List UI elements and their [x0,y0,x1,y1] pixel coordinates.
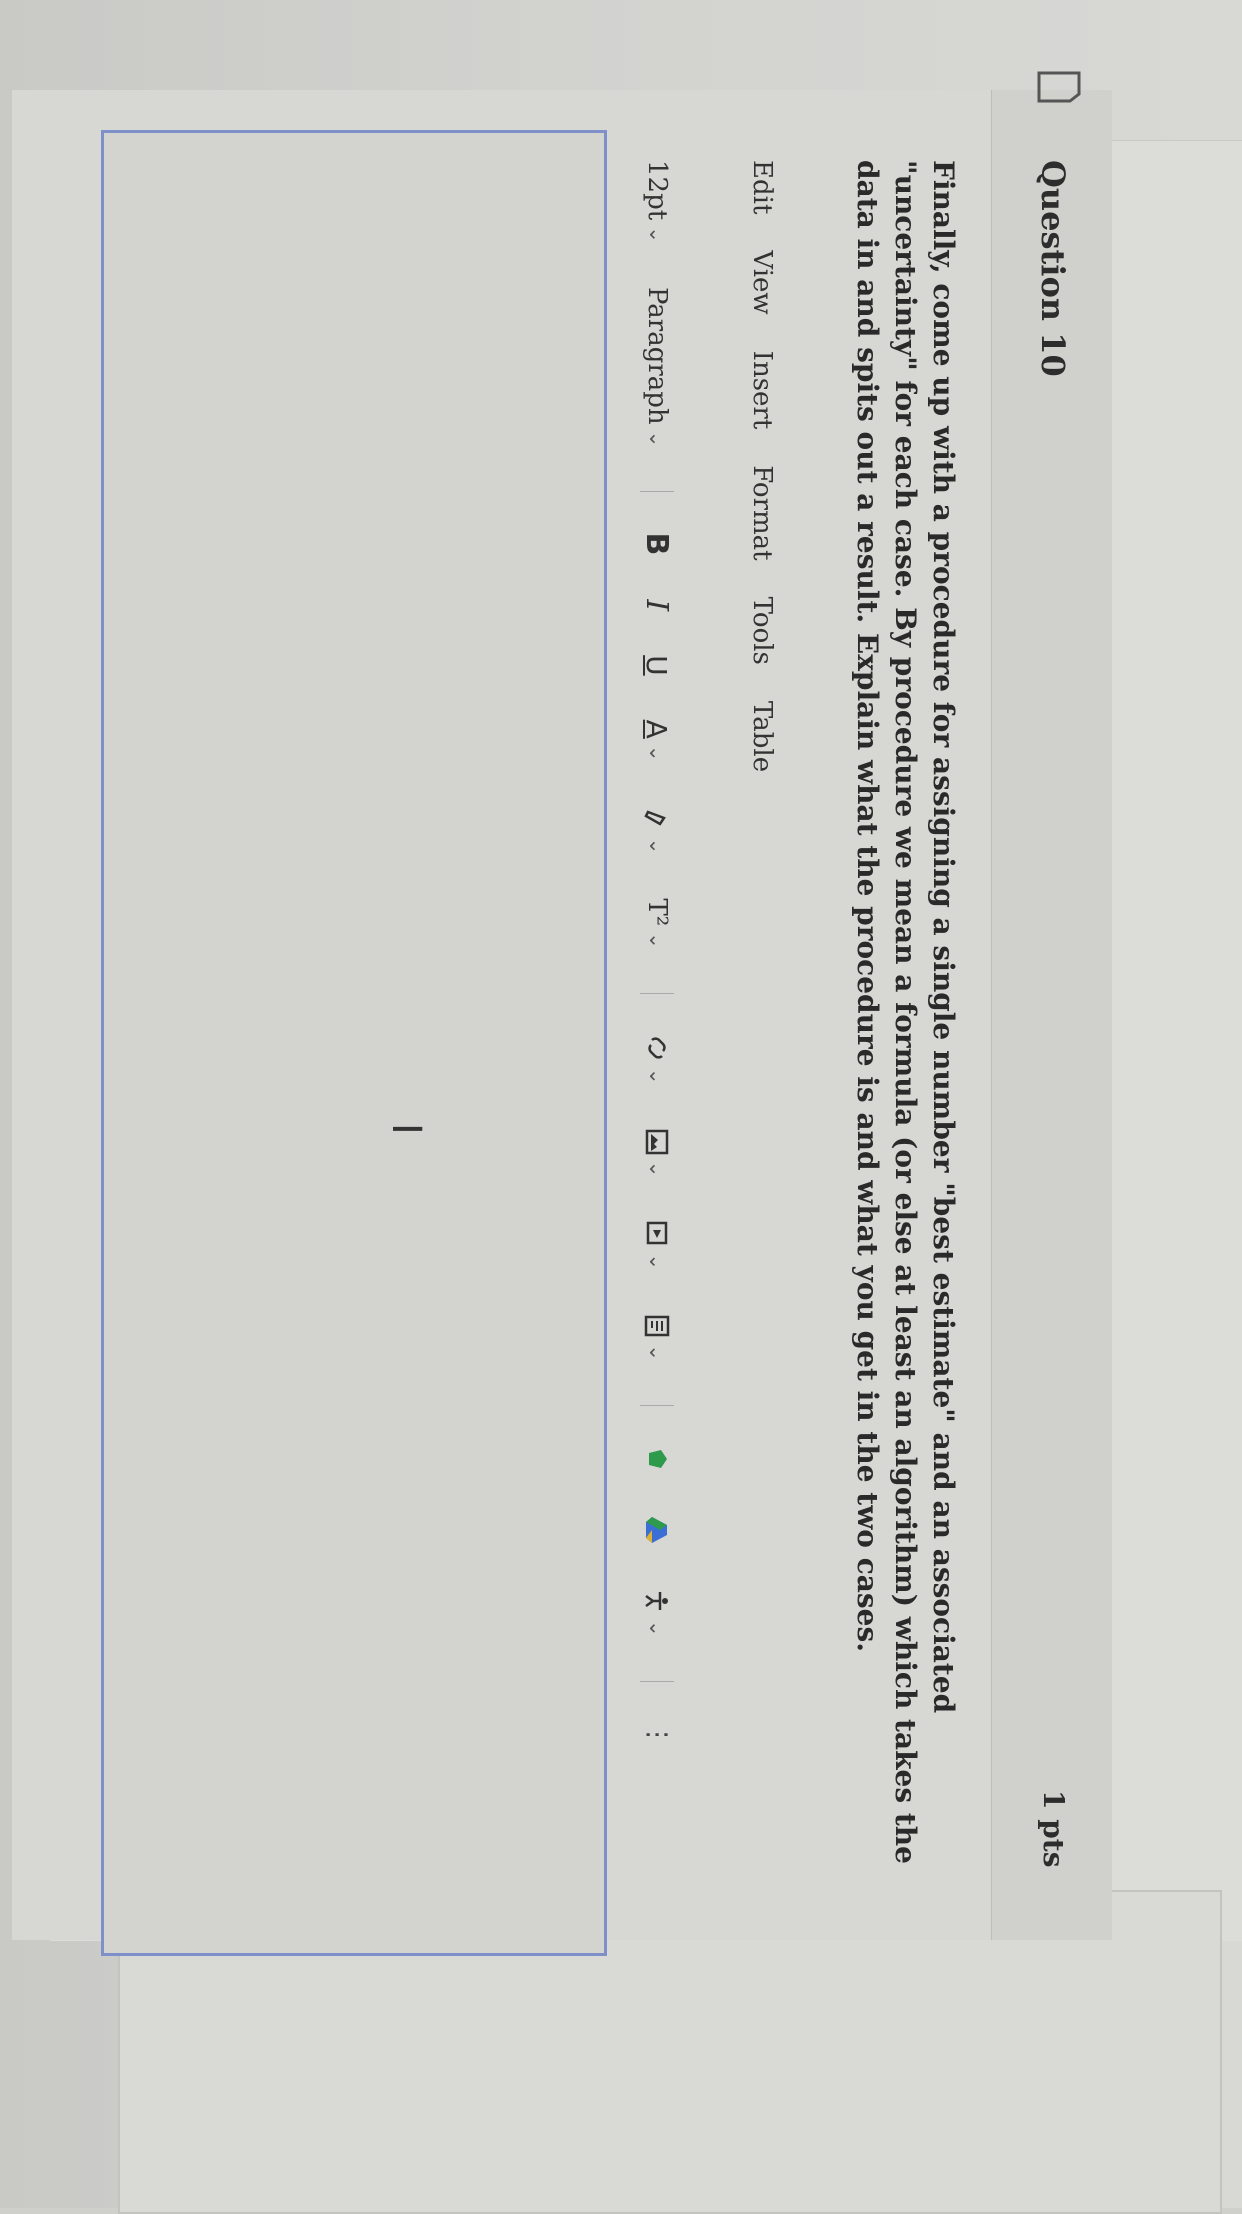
question-card: Question 10 1 pts Finally, come up with … [12,71,1112,1956]
media-icon [646,1222,668,1245]
text-color-button[interactable]: A ⌄ [641,720,674,762]
chevron-down-icon: ⌄ [645,837,669,855]
question-header: Question 10 1 pts [991,71,1112,1940]
underline-icon: U [640,655,674,676]
question-points: 1 pts [1037,1790,1070,1868]
menu-table[interactable]: Table [737,701,777,772]
link-icon [648,1037,666,1059]
menu-view[interactable]: View [737,250,777,314]
editor-menubar: Edit View Insert Format Tools Table [737,160,777,772]
chevron-down-icon: ⌄ [645,932,669,949]
highlight-button[interactable]: ⌄ [644,806,670,855]
underline-button[interactable]: U [641,655,674,676]
superscript-button[interactable]: T² ⌄ [642,898,672,949]
bold-button[interactable]: B [640,532,675,555]
toolbar-divider [640,491,674,493]
bold-icon: B [639,532,675,556]
more-options-button[interactable]: ⋮ [642,1722,672,1748]
superscript-icon: T² [642,898,672,927]
document-button[interactable]: ⌄ [644,1314,670,1361]
text-color-icon: A [640,719,674,739]
image-button[interactable]: ⌄ [645,1129,669,1178]
chevron-down-icon: ⌄ [645,744,669,762]
flag-icon[interactable] [1036,70,1082,104]
chevron-down-icon: ⌄ [645,1253,669,1271]
highlighter-icon [644,810,666,826]
google-drive-icon [646,1516,667,1543]
chevron-down-icon: ⌄ [645,430,669,448]
italic-icon: I [639,599,675,612]
text-cursor-icon: I [383,1123,429,1135]
menu-tools[interactable]: Tools [737,597,777,665]
document-icon [644,1315,670,1337]
italic-button[interactable]: I [640,599,675,611]
media-button[interactable]: ⌄ [645,1221,669,1270]
editor-toolbar: 12pt ⌄ Paragraph ⌄ B I U A ⌄ ⌄ T² ⌄ ⌄ ⌄ … [627,160,687,1960]
chevron-down-icon: ⌄ [645,1619,669,1637]
accessibility-button[interactable]: ⌄ [644,1588,670,1637]
link-button[interactable]: ⌄ [644,1034,670,1085]
apps-button[interactable] [644,1446,670,1472]
chevron-down-icon: ⌄ [645,226,669,243]
screen: Question 10 1 pts Finally, come up with … [0,0,1242,2214]
more-icon: ⋮ [642,1721,672,1748]
menu-edit[interactable]: Edit [737,160,777,214]
font-size-select[interactable]: 12pt ⌄ [642,160,672,243]
chevron-down-icon: ⌄ [645,1160,669,1178]
toolbar-divider [640,1404,674,1406]
font-size-value: 12pt [642,160,672,221]
google-drive-button[interactable] [644,1516,670,1544]
chevron-down-icon: ⌄ [645,1344,669,1361]
rich-text-editor-area[interactable]: I [101,130,607,1956]
menu-format[interactable]: Format [737,465,777,560]
toolbar-divider [640,992,674,994]
block-format-value: Paragraph [642,286,672,425]
accessibility-icon [645,1591,668,1610]
chevron-down-icon: ⌄ [645,1067,669,1085]
menu-insert[interactable]: Insert [737,351,777,430]
question-text: Finally, come up with a procedure for as… [851,160,960,1864]
image-icon [645,1129,669,1154]
toolbar-divider [640,1680,674,1682]
block-format-select[interactable]: Paragraph ⌄ [642,287,672,447]
question-title: Question 10 [1034,160,1072,377]
apps-icon [649,1449,667,1468]
